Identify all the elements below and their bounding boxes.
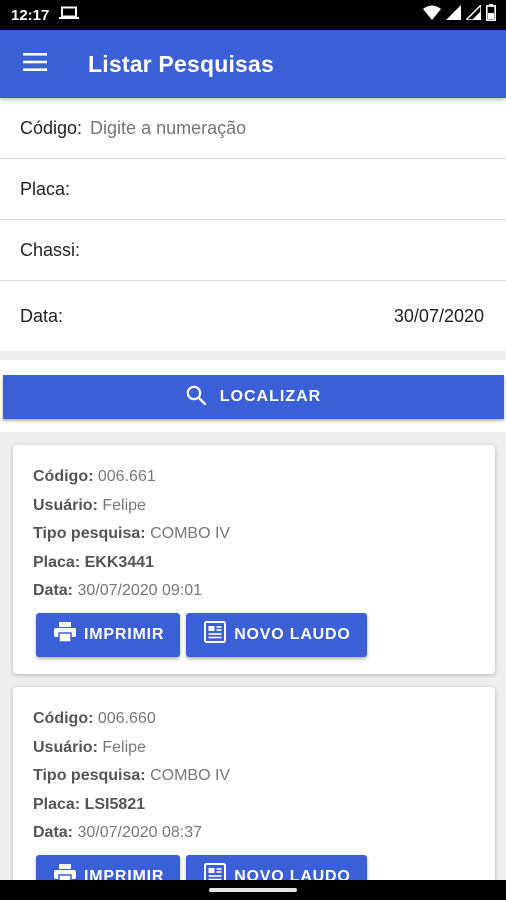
data-value: 30/07/2020 09:01	[77, 582, 203, 599]
result-card: Código: 006.660 Usuário: Felipe Tipo pes…	[13, 687, 495, 900]
usuario-value: Felipe	[102, 496, 146, 514]
chassi-label: Chassi:	[20, 239, 81, 260]
search-form: Código: Placa: Chassi: Data: 30/07/2020	[0, 98, 506, 351]
card-data: Data: 30/07/2020 09:01	[33, 577, 475, 606]
home-gesture-handle[interactable]	[209, 888, 297, 892]
novo-laudo-label: NOVO LAUDO	[234, 625, 351, 643]
chassi-row: Chassi:	[0, 220, 506, 281]
card-usuario: Usuário: Felipe	[33, 492, 475, 521]
placa-field-label: Placa:	[33, 553, 81, 571]
localizar-label: LOCALIZAR	[219, 388, 322, 405]
printer-icon	[54, 622, 76, 647]
card-tipo: Tipo pesquisa: COMBO IV	[33, 762, 475, 791]
placa-label: Placa:	[20, 178, 71, 199]
codigo-field-label: Código:	[33, 468, 94, 485]
codigo-label: Código:	[20, 117, 83, 138]
laptop-icon	[59, 6, 80, 25]
data-field-label: Data:	[33, 582, 74, 599]
imprimir-button[interactable]: IMPRIMIR	[36, 612, 181, 657]
novo-laudo-button[interactable]: NOVO LAUDO	[186, 612, 367, 657]
screen: 12:17 Listar Pesquisas Código: Digite a …	[0, 0, 506, 900]
menu-button[interactable]	[0, 30, 70, 98]
battery-icon	[486, 4, 496, 26]
date-picker-value[interactable]: 30/07/2020	[394, 306, 484, 327]
codigo-value: 006.661	[97, 468, 156, 485]
usuario-field-label: Usuário:	[33, 738, 98, 756]
page-title: Listar Pesquisas	[88, 50, 275, 77]
tipo-value: COMBO IV	[150, 767, 231, 784]
tipo-field-label: Tipo pesquisa:	[33, 767, 146, 784]
search-icon	[186, 385, 206, 410]
chassi-input[interactable]	[88, 230, 486, 270]
localizar-button[interactable]: LOCALIZAR	[3, 375, 504, 419]
card-tipo: Tipo pesquisa: COMBO IV	[33, 520, 475, 549]
codigo-row: Código:	[0, 98, 506, 159]
search-area: LOCALIZAR	[0, 360, 506, 432]
card-data: Data: 30/07/2020 08:37	[33, 819, 475, 848]
result-card: Código: 006.661 Usuário: Felipe Tipo pes…	[13, 445, 495, 674]
card-placa: Placa: LSI5821	[33, 791, 475, 820]
status-bar: 12:17	[0, 0, 506, 30]
card-actions: IMPRIMIR NOVO LAUDO	[36, 612, 475, 657]
placa-value: EKK3441	[84, 553, 154, 571]
app-bar: Listar Pesquisas	[0, 30, 506, 98]
data-row[interactable]: Data: 30/07/2020	[0, 281, 506, 351]
placa-input[interactable]	[78, 169, 486, 209]
placa-row: Placa:	[0, 159, 506, 220]
navigation-bar	[0, 880, 506, 900]
card-placa: Placa: EKK3441	[33, 549, 475, 578]
tipo-field-label: Tipo pesquisa:	[33, 525, 146, 542]
document-icon	[204, 621, 227, 648]
hamburger-menu-icon	[23, 52, 47, 76]
imprimir-label: IMPRIMIR	[84, 625, 165, 643]
placa-value: LSI5821	[84, 795, 146, 813]
card-codigo: Código: 006.661	[33, 463, 475, 492]
placa-field-label: Placa:	[33, 795, 81, 813]
codigo-input[interactable]	[90, 108, 486, 148]
card-codigo: Código: 006.660	[33, 705, 475, 734]
signal-icon	[446, 5, 461, 25]
wifi-icon	[423, 5, 441, 25]
data-field-label: Data:	[33, 824, 74, 841]
data-value: 30/07/2020 08:37	[77, 824, 203, 841]
signal-icon-2	[464, 3, 482, 25]
usuario-value: Felipe	[102, 738, 146, 756]
card-usuario: Usuário: Felipe	[33, 734, 475, 763]
usuario-field-label: Usuário:	[33, 496, 98, 514]
tipo-value: COMBO IV	[150, 525, 231, 542]
data-label: Data:	[20, 305, 64, 326]
codigo-field-label: Código:	[33, 710, 94, 727]
status-time: 12:17	[11, 6, 50, 24]
codigo-value: 006.660	[97, 710, 156, 727]
